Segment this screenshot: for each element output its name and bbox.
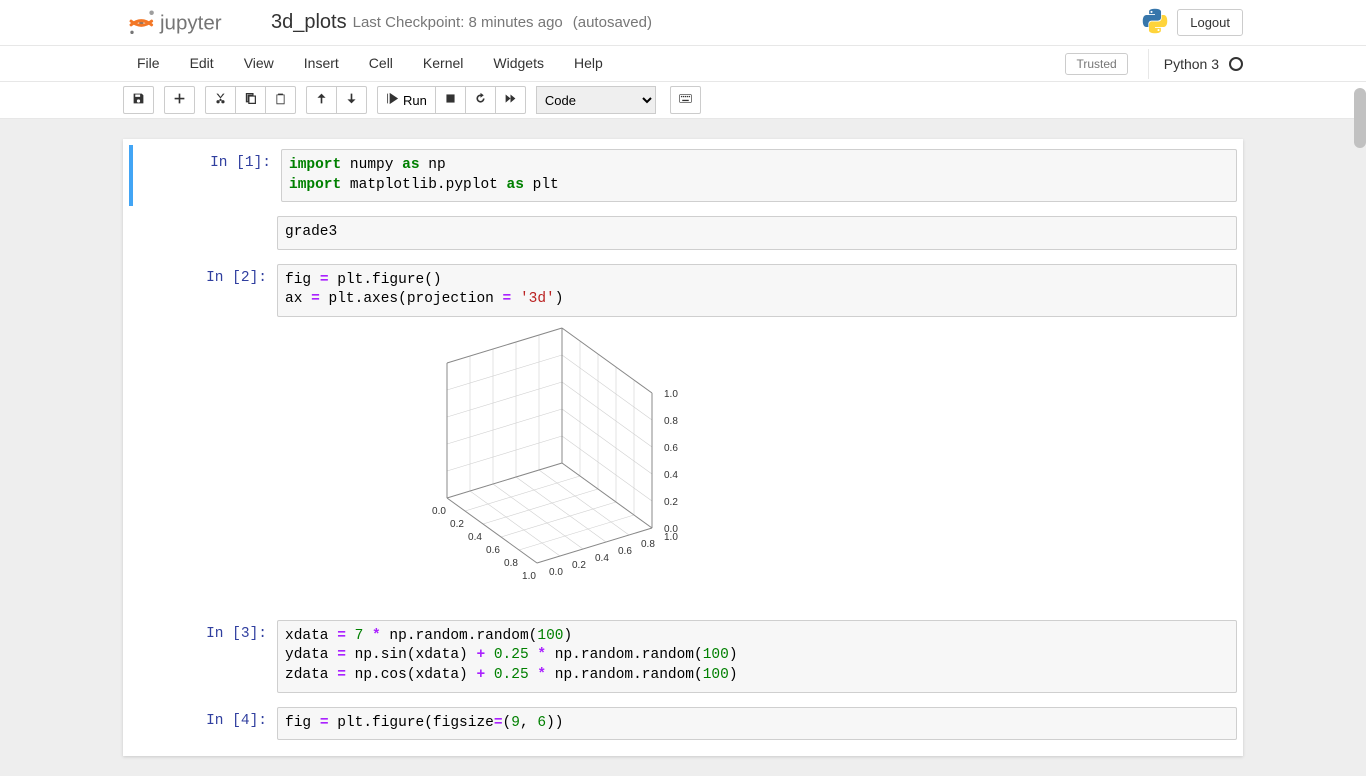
- code-cell[interactable]: In [2]: fig = plt.figure() ax = plt.axes…: [129, 260, 1237, 610]
- menu-widgets[interactable]: Widgets: [478, 46, 559, 81]
- code-input[interactable]: grade3: [277, 216, 1237, 250]
- code-cell[interactable]: In [1]: import numpy as np import matplo…: [129, 145, 1237, 206]
- logout-button[interactable]: Logout: [1177, 9, 1243, 36]
- svg-text:0.6: 0.6: [664, 443, 678, 454]
- svg-text:1.0: 1.0: [664, 532, 678, 543]
- cut-icon: [214, 92, 227, 108]
- save-button[interactable]: [123, 86, 154, 114]
- code-cell[interactable]: In [4]: fig = plt.figure(figsize=(9, 6)): [129, 703, 1237, 745]
- command-palette-button[interactable]: [670, 86, 701, 114]
- menu-file[interactable]: File: [123, 46, 175, 81]
- menu-edit[interactable]: Edit: [175, 46, 229, 81]
- svg-text:0.8: 0.8: [504, 558, 518, 569]
- copy-icon: [244, 92, 257, 108]
- kernel-status-icon: [1229, 57, 1243, 71]
- fast-forward-icon: [504, 92, 517, 108]
- run-label: Run: [403, 93, 427, 108]
- run-button[interactable]: Run: [377, 86, 436, 114]
- add-cell-button[interactable]: [164, 86, 195, 114]
- svg-text:0.6: 0.6: [486, 545, 500, 556]
- toolbar: Run Code: [0, 82, 1366, 119]
- checkpoint-status: Last Checkpoint: 8 minutes ago: [353, 14, 563, 31]
- stop-icon: [444, 92, 457, 108]
- menu-view[interactable]: View: [229, 46, 289, 81]
- code-input[interactable]: fig = plt.figure(figsize=(9, 6)): [277, 707, 1237, 741]
- svg-text:0.8: 0.8: [664, 416, 678, 427]
- svg-text:1.0: 1.0: [664, 389, 678, 400]
- restart-button[interactable]: [465, 86, 496, 114]
- header-bar: jupyter 3d_plots Last Checkpoint: 8 minu…: [0, 0, 1366, 46]
- svg-text:0.8: 0.8: [641, 539, 655, 550]
- arrow-down-icon: [345, 92, 358, 108]
- menubar: File Edit View Insert Cell Kernel Widget…: [0, 46, 1366, 82]
- code-cell[interactable]: In [3]: xdata = 7 * np.random.random(100…: [129, 616, 1237, 697]
- paste-button[interactable]: [265, 86, 296, 114]
- input-prompt: In [1]:: [133, 149, 281, 202]
- notebook-container: In [1]: import numpy as np import matplo…: [0, 119, 1366, 776]
- svg-text:1.0: 1.0: [522, 571, 536, 582]
- svg-text:0.0: 0.0: [549, 567, 563, 578]
- svg-text:0.2: 0.2: [664, 497, 678, 508]
- python-logo-icon: [1141, 7, 1169, 38]
- svg-text:0.6: 0.6: [618, 546, 632, 557]
- svg-text:0.2: 0.2: [450, 519, 464, 530]
- input-prompt: In [3]:: [129, 620, 277, 693]
- code-cell[interactable]: grade3: [129, 212, 1237, 254]
- code-input[interactable]: xdata = 7 * np.random.random(100) ydata …: [277, 620, 1237, 693]
- cell-type-select[interactable]: Code: [536, 86, 656, 114]
- svg-text:0.2: 0.2: [572, 560, 586, 571]
- svg-text:0.4: 0.4: [595, 553, 609, 564]
- interrupt-button[interactable]: [435, 86, 466, 114]
- jupyter-logo[interactable]: jupyter: [123, 9, 253, 37]
- kernel-indicator[interactable]: Python 3: [1148, 49, 1243, 79]
- move-up-button[interactable]: [306, 86, 337, 114]
- cut-button[interactable]: [205, 86, 236, 114]
- menu-cell[interactable]: Cell: [354, 46, 408, 81]
- scrollbar[interactable]: [1354, 88, 1366, 148]
- save-icon: [132, 92, 145, 108]
- svg-text:0.4: 0.4: [468, 532, 482, 543]
- input-prompt: In [2]:: [129, 264, 277, 606]
- input-prompt: [129, 216, 277, 250]
- plus-icon: [173, 92, 186, 108]
- move-down-button[interactable]: [336, 86, 367, 114]
- menu-help[interactable]: Help: [559, 46, 618, 81]
- 3d-axes-plot: 0.00.00.00.20.20.20.40.40.40.60.60.60.80…: [307, 323, 707, 603]
- paste-icon: [274, 92, 287, 108]
- menu-insert[interactable]: Insert: [289, 46, 354, 81]
- copy-button[interactable]: [235, 86, 266, 114]
- code-input[interactable]: import numpy as np import matplotlib.pyp…: [281, 149, 1237, 202]
- notebook-name[interactable]: 3d_plots: [271, 11, 347, 34]
- output-plot: 0.00.00.00.20.20.20.40.40.40.60.60.60.80…: [277, 317, 1237, 606]
- svg-text:jupyter: jupyter: [159, 11, 222, 34]
- restart-run-all-button[interactable]: [495, 86, 526, 114]
- keyboard-icon: [679, 92, 692, 108]
- kernel-name: Python 3: [1164, 56, 1219, 72]
- arrow-up-icon: [315, 92, 328, 108]
- trusted-indicator[interactable]: Trusted: [1065, 53, 1127, 75]
- restart-icon: [474, 92, 487, 108]
- run-icon: [386, 92, 399, 108]
- svg-text:0.0: 0.0: [432, 506, 446, 517]
- code-input[interactable]: fig = plt.figure() ax = plt.axes(project…: [277, 264, 1237, 317]
- input-prompt: In [4]:: [129, 707, 277, 741]
- svg-text:0.4: 0.4: [664, 470, 678, 481]
- autosave-status: (autosaved): [573, 14, 652, 31]
- menu-kernel[interactable]: Kernel: [408, 46, 478, 81]
